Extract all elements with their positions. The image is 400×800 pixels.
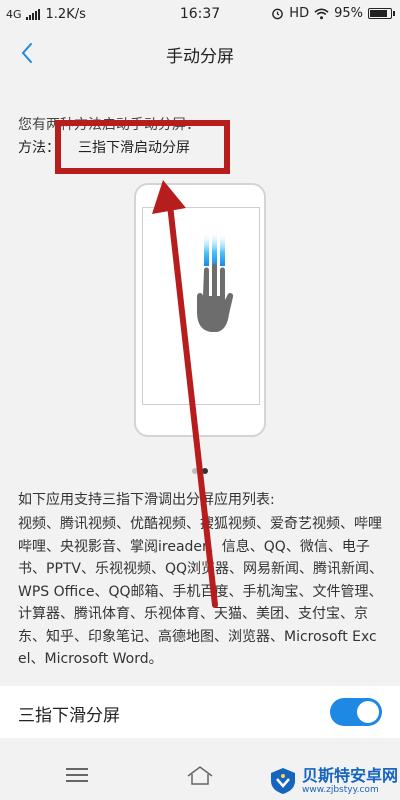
annotation-highlight-box xyxy=(55,120,230,174)
hd-badge: HD xyxy=(289,6,310,21)
watermark: 贝斯特安卓网 www.zjbstyy.com xyxy=(268,762,400,800)
split-screen-toggle[interactable] xyxy=(330,698,382,726)
page-indicator xyxy=(0,468,400,474)
page-dot xyxy=(192,468,198,474)
phone-illustration xyxy=(134,183,266,437)
setting-label: 三指下滑分屏 xyxy=(18,706,120,726)
home-icon[interactable] xyxy=(186,764,214,786)
status-bar: 4G 1.2K/s 16:37 HD 95% xyxy=(0,0,400,30)
three-finger-swipe-hand-icon xyxy=(197,230,234,332)
menu-icon[interactable] xyxy=(66,768,88,782)
method-label: 方法： xyxy=(18,140,60,156)
apps-list: 视频、腾讯视频、优酷视频、搜狐视频、爱奇艺视频、哔哩哔哩、央视影音、掌阅irea… xyxy=(18,516,384,667)
header: 手动分屏 xyxy=(0,30,400,76)
watermark-text: 贝斯特安卓网 www.zjbstyy.com xyxy=(301,765,398,795)
apps-title: 如下应用支持三指下滑调出分屏应用列表: xyxy=(18,492,275,508)
phone-screen xyxy=(142,207,260,405)
page-title: 手动分屏 xyxy=(166,47,234,67)
watermark-name: 贝斯特安卓网 xyxy=(301,765,398,785)
watermark-url: www.zjbstyy.com xyxy=(301,784,379,795)
battery-percent: 95% xyxy=(334,6,363,21)
watermark-logo xyxy=(270,768,295,794)
alarm-icon xyxy=(272,8,284,20)
page-dot-active xyxy=(202,468,208,474)
status-right: HD 95% xyxy=(271,6,395,21)
wifi-icon xyxy=(314,8,329,19)
toggle-knob xyxy=(357,701,379,723)
three-finger-split-setting: 三指下滑分屏 xyxy=(0,686,400,738)
battery-icon xyxy=(368,8,395,19)
